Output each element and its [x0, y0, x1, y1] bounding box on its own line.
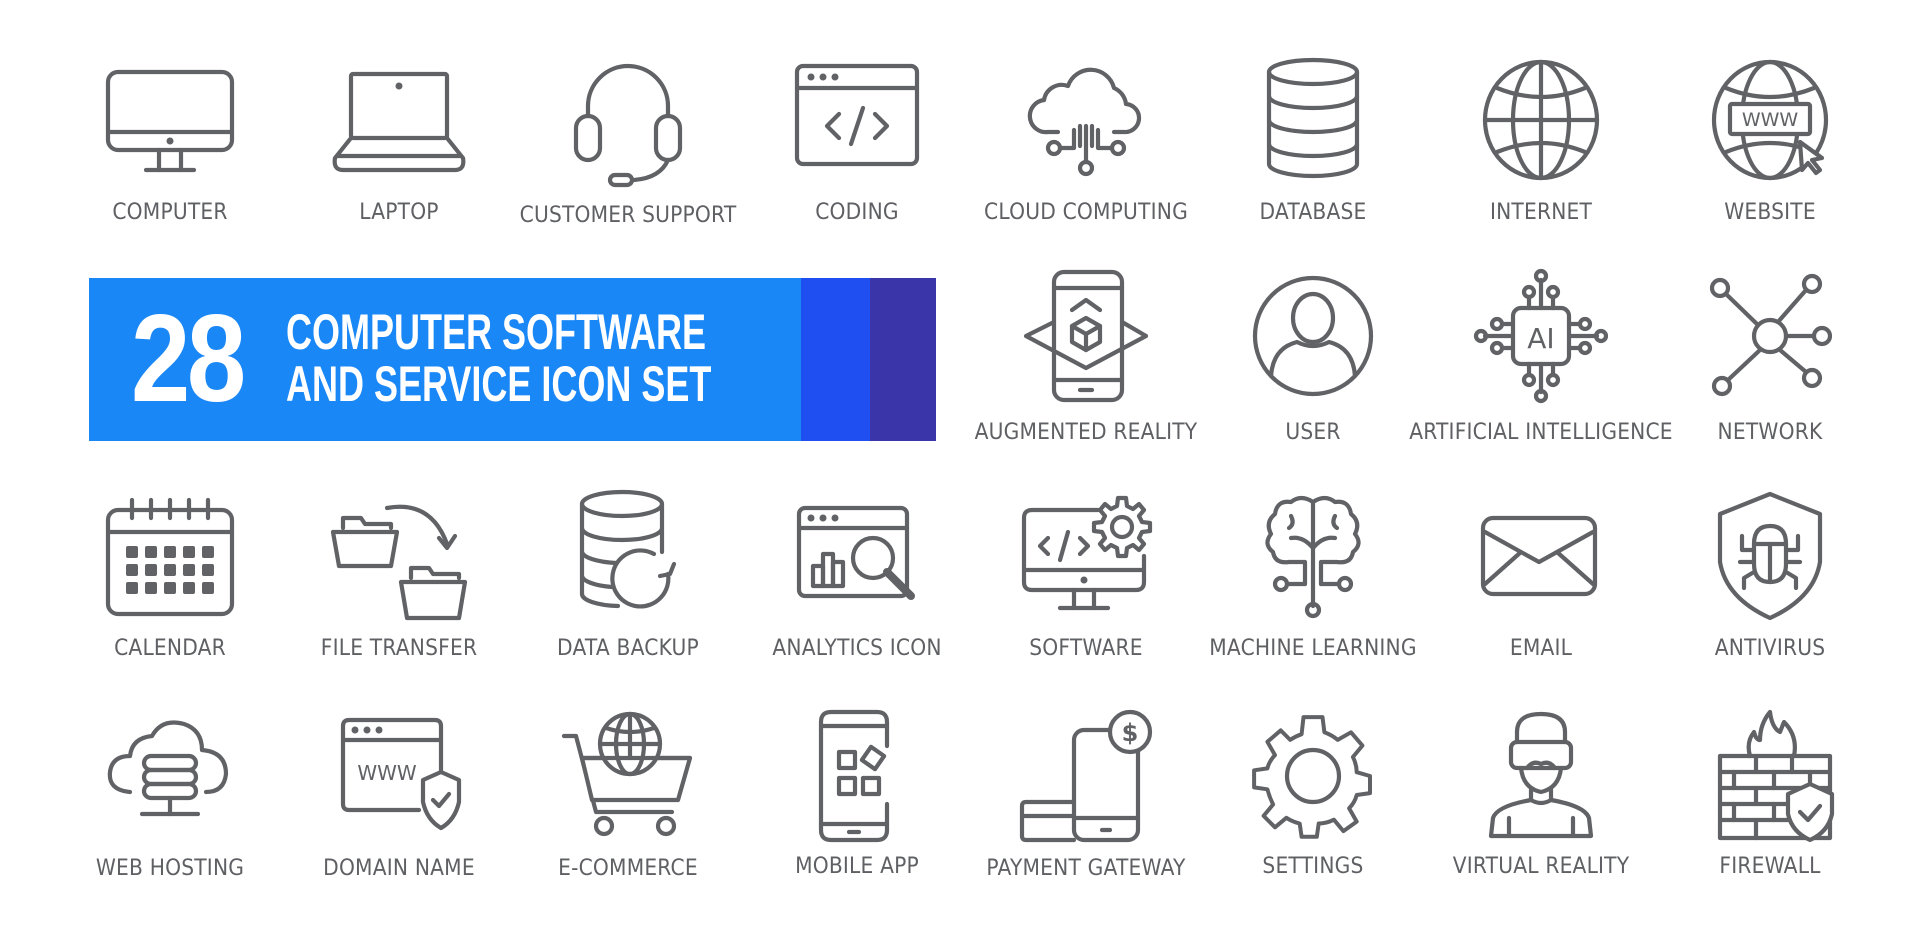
icon-label: ANTIVIRUS	[1714, 636, 1826, 661]
cart-globe-icon	[560, 706, 696, 842]
svg-text:WWW: WWW	[357, 761, 417, 785]
banner-dark-stripe	[870, 278, 936, 441]
banner-title-line1: COMPUTER SOFTWARE	[286, 304, 706, 360]
icon-label: FIREWALL	[1719, 854, 1821, 879]
cloud-network-icon	[1018, 52, 1154, 188]
svg-text:$: $	[1122, 719, 1139, 747]
icon-label: WEBSITE	[1724, 200, 1816, 225]
monitor-code-gear-icon	[1018, 488, 1154, 624]
gear-icon	[1245, 706, 1381, 842]
firewall-shield-icon	[1702, 706, 1838, 843]
svg-text:AI: AI	[1527, 322, 1554, 355]
phone-apps-icon	[789, 706, 925, 843]
laptop-icon	[331, 52, 467, 188]
database-refresh-icon	[560, 488, 696, 624]
code-window-icon	[789, 52, 925, 188]
network-nodes-icon	[1702, 268, 1838, 404]
svg-text:WWW: WWW	[1742, 109, 1799, 131]
banner-icon-count: 28	[131, 290, 246, 428]
cloud-server-icon	[102, 706, 238, 842]
title-banner: 28 COMPUTER SOFTWARE AND SERVICE ICON SE…	[89, 278, 936, 441]
icon-label: NETWORK	[1717, 420, 1823, 445]
banner-title-line2: AND SERVICE ICON SET	[286, 356, 712, 412]
phone-ar-cube-icon	[1018, 268, 1154, 404]
globe-icon	[1473, 52, 1609, 188]
vr-headset-person-icon	[1473, 706, 1609, 842]
database-icon	[1245, 52, 1381, 188]
envelope-icon	[1473, 488, 1609, 624]
computer-icon	[102, 52, 238, 188]
calendar-icon	[102, 488, 238, 624]
browser-www-shield-icon: WWW	[331, 706, 467, 842]
globe-www-icon: WWW	[1702, 52, 1838, 188]
brain-circuit-icon	[1245, 488, 1381, 624]
headset-icon	[560, 52, 696, 188]
banner-accent-stripe	[801, 278, 870, 441]
user-circle-icon	[1245, 268, 1381, 404]
ai-chip-icon: AI	[1473, 268, 1609, 404]
analytics-search-icon	[789, 488, 925, 624]
phone-card-dollar-icon: $	[1018, 706, 1154, 843]
folder-transfer-icon	[330, 488, 468, 624]
shield-bug-icon	[1702, 488, 1838, 624]
